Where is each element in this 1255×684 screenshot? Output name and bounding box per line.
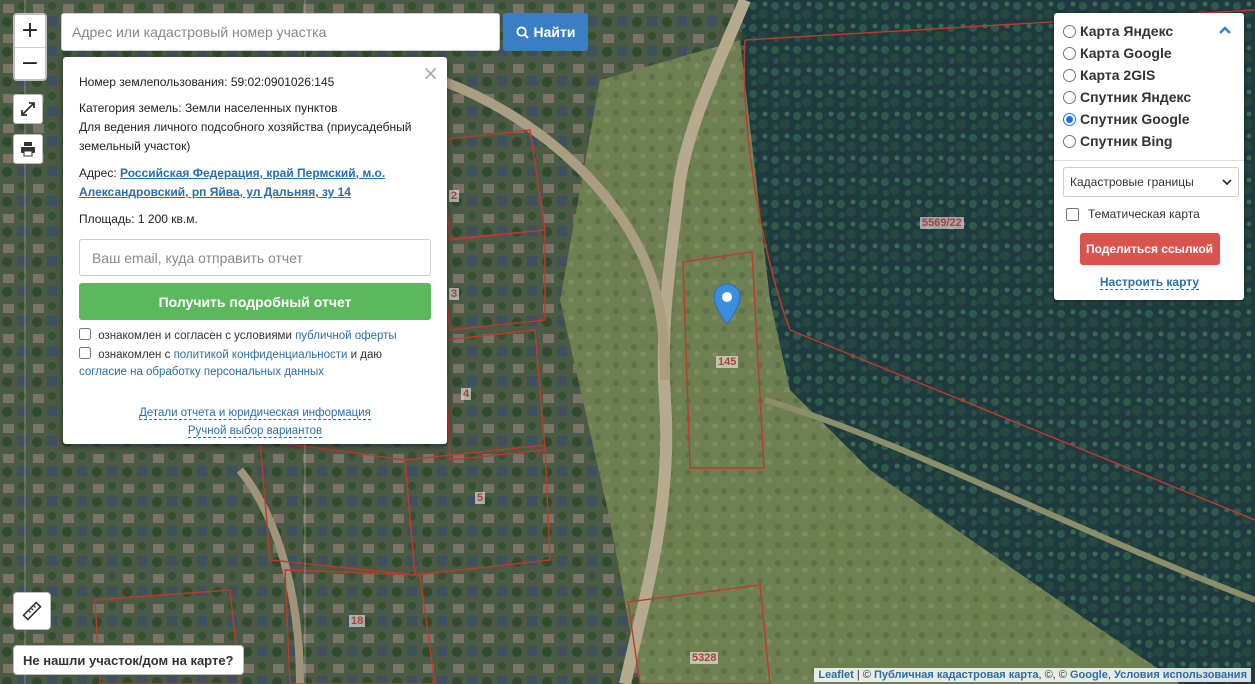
report-details-link[interactable]: Детали отчета и юридическая информация: [139, 407, 371, 420]
parcel-label-18: 18: [349, 615, 366, 627]
category-value: Земли населенных пунктов: [184, 101, 338, 115]
measure-button[interactable]: [13, 592, 51, 630]
parcel-label-4: 4: [461, 388, 472, 400]
thematic-label: Тематическая карта: [1088, 207, 1200, 221]
parcel-info-popup: × Номер землепользования: 59:02:0901026:…: [63, 57, 447, 444]
map-marker-icon[interactable]: [713, 283, 741, 328]
layer-option-label: Карта Яндекс: [1080, 23, 1174, 39]
category-row: Категория земель: Земли населенных пункт…: [79, 99, 431, 118]
thematic-checkbox[interactable]: [1066, 207, 1079, 221]
get-report-button[interactable]: Получить подробный отчет: [79, 283, 431, 320]
layer-radio[interactable]: [1063, 46, 1076, 60]
pkk-link[interactable]: Публичная кадастровая карта: [874, 669, 1039, 681]
not-found-button[interactable]: Не нашли участок/дом на карте?: [13, 645, 244, 675]
area-label: Площадь:: [79, 212, 135, 226]
thematic-map-toggle[interactable]: Тематическая карта: [1066, 207, 1236, 221]
close-icon[interactable]: ×: [422, 61, 439, 85]
privacy-policy-link[interactable]: политикой конфиденциальности: [174, 349, 348, 361]
privacy-mid-text: и даю: [347, 349, 383, 361]
land-use-number: 59:02:0901026:145: [230, 75, 335, 89]
overlay-select[interactable]: Кадастровые границы: [1063, 167, 1239, 197]
share-link-button[interactable]: Поделиться ссылкой: [1079, 233, 1220, 265]
layer-option-label: Спутник Яндекс: [1080, 89, 1192, 105]
parcel-label-5569-22: 5569/22: [920, 217, 964, 229]
layer-radio-selected[interactable]: [1063, 112, 1076, 126]
attribution-sep: | ©: [853, 669, 874, 681]
consent-link[interactable]: согласие на обработку персональных данны…: [79, 366, 324, 378]
leaflet-link[interactable]: Leaflet: [818, 669, 853, 681]
map-attribution: Leaflet | © Публичная кадастровая карта,…: [814, 668, 1251, 682]
layer-radio[interactable]: [1063, 24, 1076, 38]
public-offer-link[interactable]: публичной оферты: [295, 330, 397, 342]
parcel-label-145: 145: [716, 356, 739, 368]
layer-option-yandex-map[interactable]: Карта Яндекс: [1063, 20, 1236, 42]
layer-option-label: Спутник Google: [1080, 111, 1190, 127]
category-label: Категория земель:: [79, 101, 182, 115]
layer-option-label: Карта 2GIS: [1080, 67, 1156, 83]
address-link[interactable]: Российская Федерация, край Пермский, м.о…: [79, 166, 385, 199]
purpose-text: Для ведения личного подсобного хозяйства…: [79, 120, 412, 153]
search-button-label: Найти: [533, 24, 576, 40]
fullscreen-button[interactable]: [13, 94, 43, 124]
chevron-up-icon[interactable]: [1218, 25, 1232, 35]
land-use-label: Номер землепользования:: [79, 75, 228, 89]
divider: [1054, 160, 1244, 161]
agreement-privacy: ознакомлен с политикой конфиденциальност…: [79, 347, 431, 381]
layer-option-google-map[interactable]: Карта Google: [1063, 42, 1236, 64]
configure-map-link[interactable]: Настроить карту: [1063, 275, 1236, 290]
address-label: Адрес:: [79, 166, 117, 180]
layer-radio[interactable]: [1063, 68, 1076, 82]
print-button[interactable]: [13, 134, 43, 164]
attribution-sep: , ©, ©: [1038, 669, 1070, 681]
search-input[interactable]: [61, 13, 500, 51]
parcel-label-3: 3: [449, 288, 460, 300]
ruler-icon: [22, 601, 42, 621]
parcel-label-2: 2: [449, 190, 460, 202]
layers-panel: Карта Яндекс Карта Google Карта 2GIS Спу…: [1054, 13, 1244, 300]
overlay-select-value: Кадастровые границы: [1070, 175, 1194, 189]
email-field[interactable]: [79, 239, 431, 276]
printer-icon: [21, 142, 35, 157]
land-use-row: Номер землепользования: 59:02:0901026:14…: [79, 73, 431, 92]
layer-option-google-satellite[interactable]: Спутник Google: [1063, 108, 1236, 130]
layer-option-label: Карта Google: [1080, 45, 1172, 61]
manual-selection-link[interactable]: Ручной выбор вариантов: [187, 425, 323, 438]
parcel-label-5: 5: [475, 492, 486, 504]
layer-radio[interactable]: [1063, 90, 1076, 104]
search-icon: [515, 25, 529, 39]
zoom-out-button[interactable]: −: [15, 47, 45, 79]
layer-radio[interactable]: [1063, 134, 1076, 148]
privacy-checkbox[interactable]: [79, 347, 91, 359]
layer-option-bing-satellite[interactable]: Спутник Bing: [1063, 130, 1236, 152]
area-row: Площадь: 1 200 кв.м.: [79, 210, 431, 229]
layer-option-label: Спутник Bing: [1080, 133, 1173, 149]
google-link[interactable]: Google: [1070, 669, 1108, 681]
chevron-down-icon: [1222, 178, 1232, 185]
search-button[interactable]: Найти: [503, 13, 588, 51]
layer-option-yandex-satellite[interactable]: Спутник Яндекс: [1063, 86, 1236, 108]
parcel-label-5328: 5328: [690, 652, 719, 664]
agreement-offer: ознакомлен и согласен с условиями публич…: [79, 328, 431, 345]
area-value: 1 200 кв.м.: [137, 212, 198, 226]
address-row: Адрес: Российская Федерация, край Пермск…: [79, 164, 431, 202]
offer-checkbox[interactable]: [79, 328, 91, 340]
expand-icon: [21, 102, 35, 116]
privacy-text: ознакомлен с: [98, 349, 174, 361]
configure-map-label: Настроить карту: [1099, 275, 1200, 290]
offer-text: ознакомлен и согласен с условиями: [98, 330, 296, 342]
layer-option-2gis-map[interactable]: Карта 2GIS: [1063, 64, 1236, 86]
terms-link[interactable]: Условия использования: [1114, 669, 1247, 681]
zoom-in-button[interactable]: +: [15, 15, 45, 47]
zoom-control: + −: [13, 13, 47, 81]
